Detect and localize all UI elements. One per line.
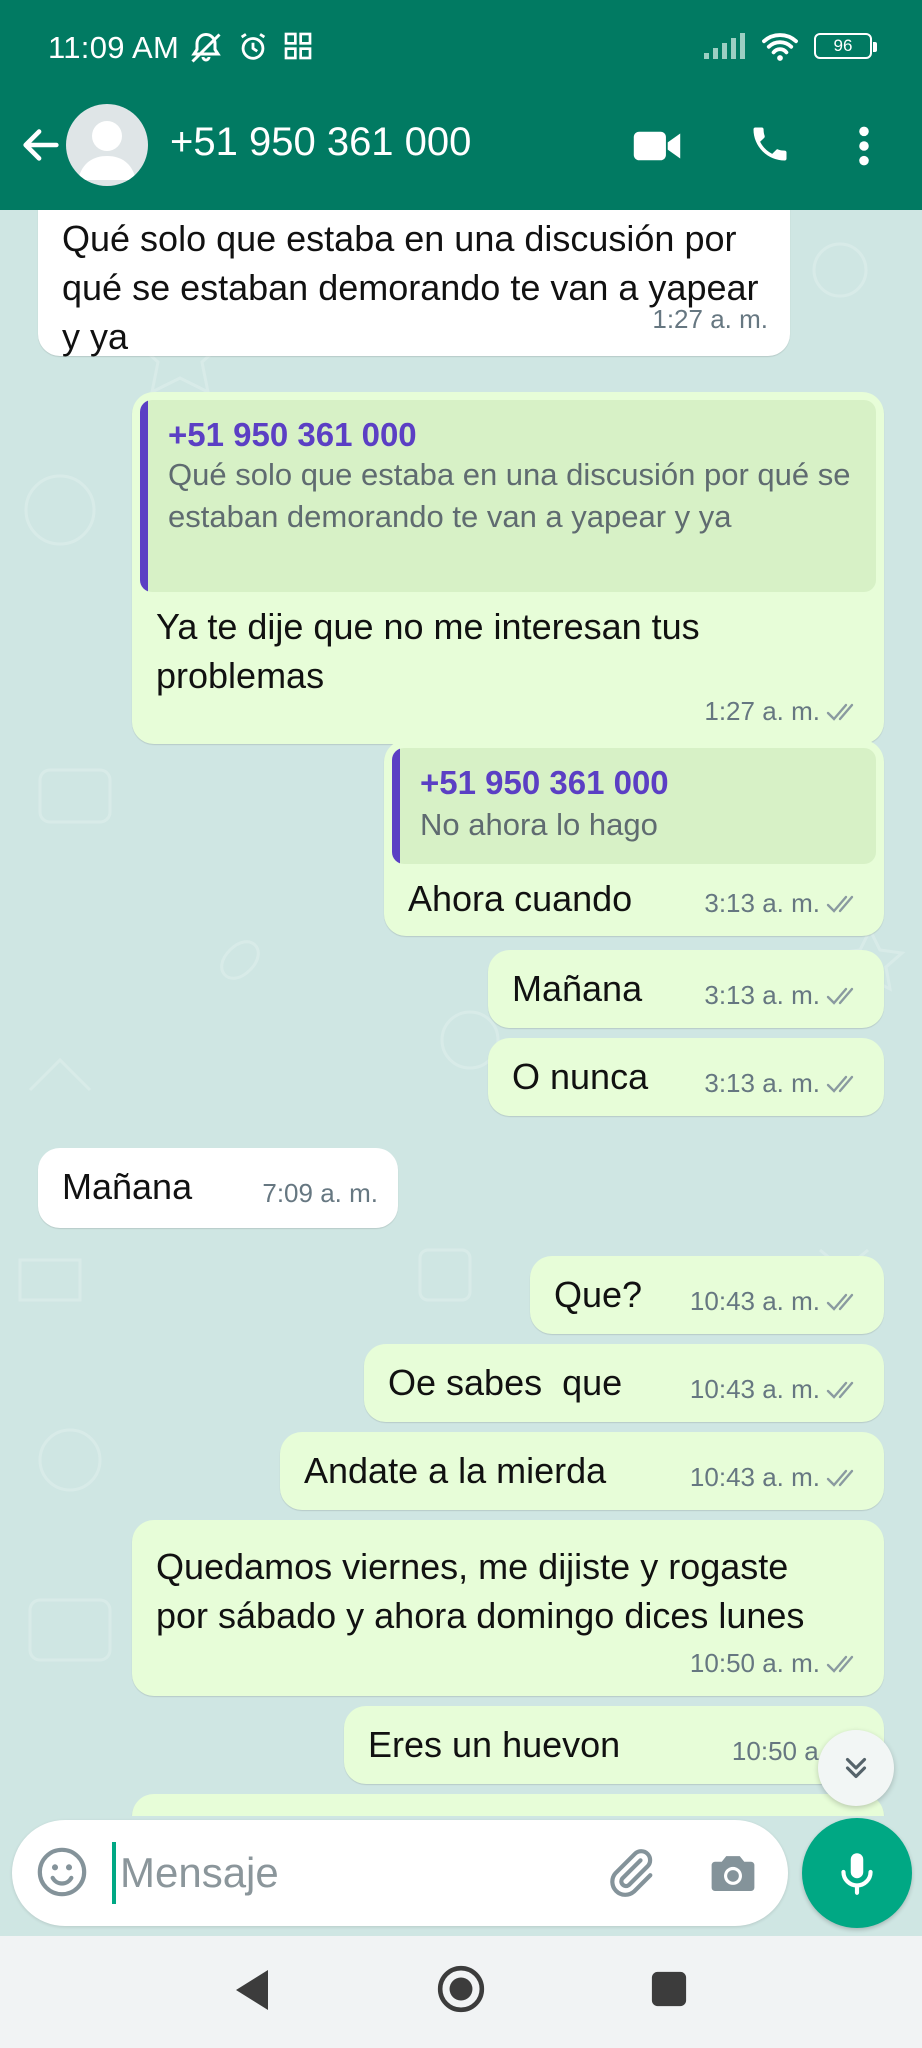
message-text: Ya te dije que no me interesan tus probl… — [156, 606, 700, 696]
quote-bar — [392, 748, 400, 864]
status-right: 96 — [702, 30, 877, 62]
back-arrow-icon[interactable] — [18, 122, 64, 168]
read-ticks-icon — [826, 1075, 854, 1093]
scroll-down-icon — [845, 1757, 867, 1779]
message-time: 10:50 a. m. — [689, 1648, 820, 1678]
read-ticks-icon — [826, 1655, 854, 1673]
message-input[interactable] — [112, 1842, 592, 1904]
message-meta: 1:27 a. m. — [704, 687, 862, 736]
read-ticks-icon — [826, 1381, 854, 1399]
message-meta: 3:13 a. m. — [704, 971, 862, 1020]
quoted-message[interactable]: +51 950 361 000 No ahora lo hago — [392, 748, 876, 864]
message-outgoing[interactable]: Que? 10:43 a. m. — [530, 1256, 884, 1334]
message-time: 10:43 a. m. — [689, 1286, 820, 1316]
status-bar: 11:09 AM 96 — [0, 0, 922, 100]
message-incoming[interactable]: Mañana 7:09 a. m. — [38, 1148, 398, 1228]
read-ticks-icon — [826, 987, 854, 1005]
message-outgoing[interactable]: Eres un huevon 10:50 a. m. — [344, 1706, 884, 1784]
message-outgoing[interactable]: +51 950 361 000 Qué solo que estaba en u… — [132, 392, 884, 744]
message-outgoing[interactable]: Andate a la mierda 10:43 a. m. — [280, 1432, 884, 1510]
nav-back-icon[interactable] — [232, 1968, 272, 2012]
message-composer — [12, 1820, 788, 1926]
message-meta: 10:43 a. m. — [690, 1453, 862, 1502]
quote-bar — [140, 400, 148, 592]
message-text: Eres un huevon — [368, 1724, 621, 1765]
message-text: O nunca — [512, 1056, 649, 1097]
app-grid-icon — [284, 32, 312, 60]
message-time: 7:09 a. m. — [262, 1178, 378, 1208]
battery-level: 96 — [833, 36, 853, 55]
message-time: 3:13 a. m. — [704, 888, 820, 918]
message-time: 3:13 a. m. — [704, 980, 820, 1010]
attach-icon[interactable] — [602, 1844, 658, 1900]
message-time: 1:27 a. m. — [652, 304, 768, 334]
message-text: Que? — [554, 1274, 643, 1315]
message-time: 10:43 a. m. — [689, 1462, 820, 1492]
message-outgoing[interactable]: Mañana 3:13 a. m. — [488, 950, 884, 1028]
default-avatar-icon — [78, 121, 136, 180]
read-ticks-icon — [826, 1293, 854, 1311]
message-outgoing[interactable]: +51 950 361 000 No ahora lo hago Ahora c… — [384, 740, 884, 936]
message-outgoing[interactable]: Oe sabes que 10:43 a. m. — [364, 1344, 884, 1422]
more-options-icon[interactable] — [856, 124, 872, 168]
video-call-icon[interactable] — [632, 128, 682, 164]
nav-recents-icon[interactable] — [650, 1970, 688, 2008]
battery-indicator: 96 — [814, 33, 877, 59]
voice-message-button[interactable] — [802, 1818, 912, 1928]
quote-text: Qué solo que estaba en una discusión por… — [168, 457, 851, 534]
contact-name[interactable]: +51 950 361 000 — [170, 120, 471, 165]
alarm-icon — [240, 33, 266, 60]
message-text: Quedamos viernes, me dijiste y rogaste p… — [156, 1546, 805, 1636]
message-meta: 10:43 a. m. — [690, 1277, 862, 1326]
nav-home-icon[interactable] — [436, 1964, 486, 2014]
message-incoming[interactable]: Qué solo que estaba en una discusión por… — [38, 210, 790, 357]
message-meta: 1:27 a. m. — [652, 295, 768, 344]
message-time: 1:27 a. m. — [704, 696, 820, 726]
camera-icon[interactable] — [706, 1846, 760, 1900]
read-ticks-icon — [826, 703, 854, 721]
status-time: 11:09 AM — [48, 30, 180, 65]
message-text: Ahora cuando — [408, 878, 633, 919]
mic-icon — [841, 1853, 873, 1895]
chat-header: +51 950 361 000 — [0, 100, 922, 210]
message-time: 10:43 a. m. — [689, 1374, 820, 1404]
message-text: Mañana — [62, 1166, 193, 1207]
message-text: Andate a la mierda — [304, 1450, 607, 1491]
message-outgoing[interactable]: O nunca 3:13 a. m. — [488, 1038, 884, 1116]
emoji-icon[interactable] — [34, 1844, 90, 1900]
message-text: Mañana — [512, 968, 643, 1009]
wifi-icon — [762, 33, 798, 61]
scroll-to-bottom-button[interactable] — [818, 1730, 894, 1806]
mute-notifications-icon — [191, 32, 221, 63]
status-icons — [188, 30, 314, 66]
message-meta: 7:09 a. m. — [262, 1169, 378, 1218]
message-time: 3:13 a. m. — [704, 1068, 820, 1098]
read-ticks-icon — [826, 1469, 854, 1487]
contact-avatar[interactable] — [66, 104, 148, 186]
message-outgoing[interactable]: Quedamos viernes, me dijiste y rogaste p… — [132, 1520, 884, 1696]
quoted-message[interactable]: +51 950 361 000 Qué solo que estaba en u… — [140, 400, 876, 592]
quote-author: +51 950 361 000 — [168, 416, 417, 453]
message-meta: 3:13 a. m. — [704, 1059, 862, 1108]
app-header: 11:09 AM 96 +51 950 361 000 — [0, 0, 922, 210]
message-text: Oe sabes que — [388, 1362, 623, 1403]
message-meta: 10:43 a. m. — [690, 1365, 862, 1414]
chat-area[interactable]: Qué solo que estaba en una discusión por… — [0, 210, 922, 1816]
message-meta: 3:13 a. m. — [704, 879, 862, 928]
message-outgoing-partial[interactable] — [132, 1794, 884, 1816]
quote-author: +51 950 361 000 — [420, 764, 669, 801]
signal-icon — [704, 33, 745, 59]
system-nav-bar — [0, 1936, 922, 2048]
quote-text: No ahora lo hago — [420, 807, 658, 842]
read-ticks-icon — [826, 895, 854, 913]
phone-icon[interactable] — [748, 122, 792, 166]
message-meta: 10:50 a. m. — [690, 1639, 862, 1688]
